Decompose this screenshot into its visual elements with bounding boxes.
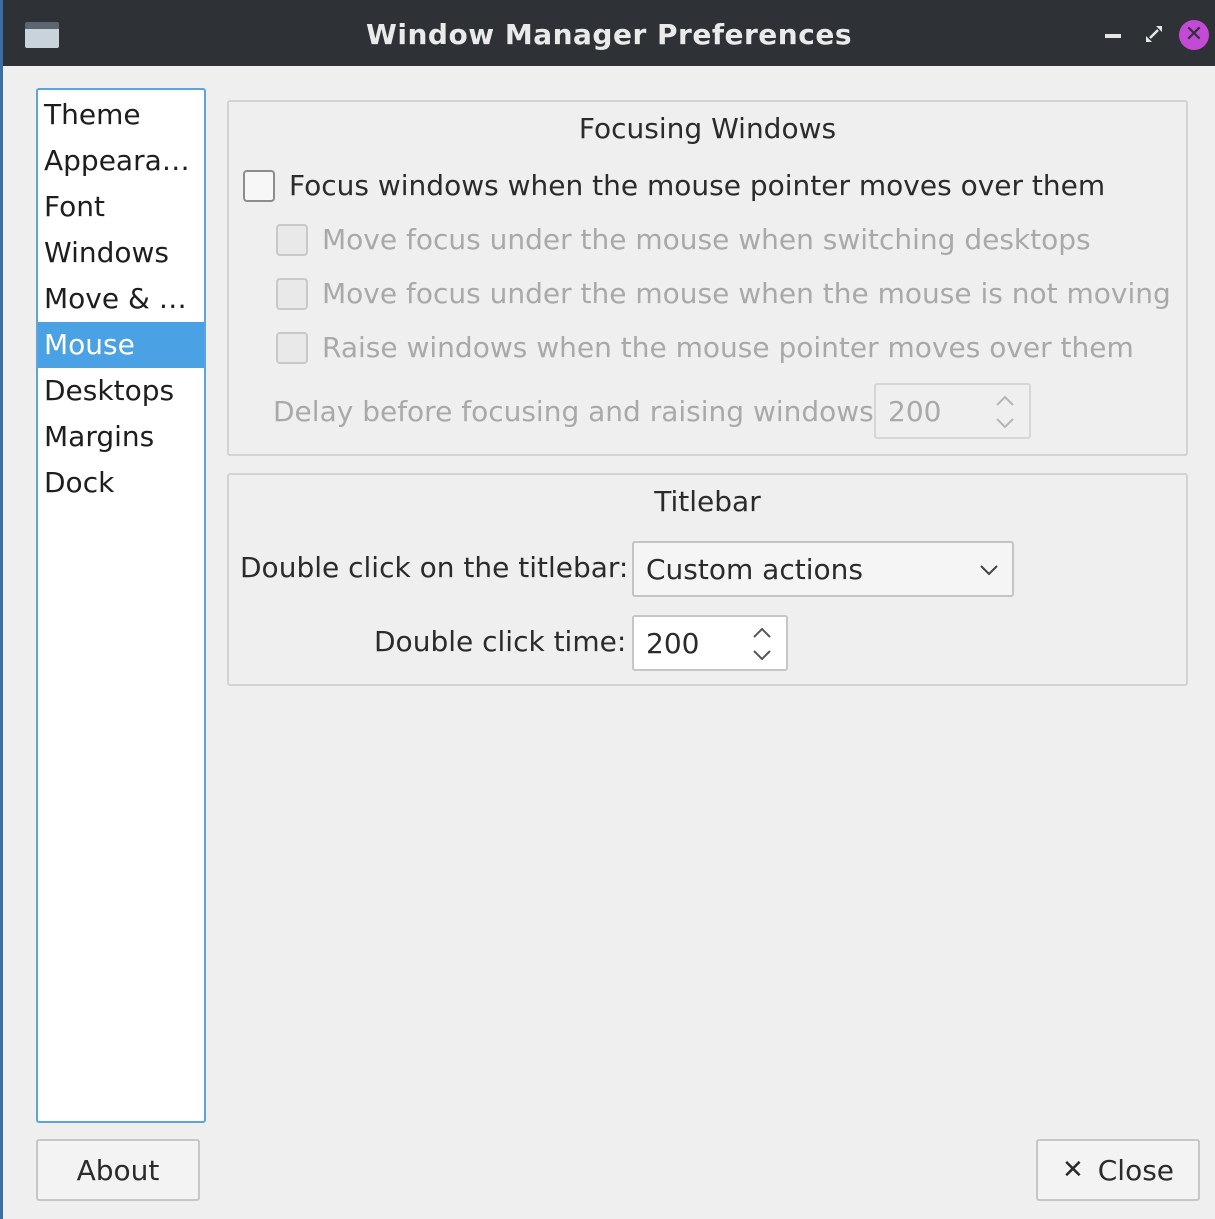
about-button[interactable]: About: [36, 1139, 200, 1201]
close-icon: ✕: [1061, 1155, 1084, 1185]
raise-on-hover-checkbox[interactable]: [276, 331, 308, 364]
spin-arrows-icon[interactable]: [993, 393, 1017, 431]
double-click-time-spinbox[interactable]: 200: [632, 615, 788, 671]
window-title: Window Manager Preferences: [366, 18, 852, 51]
focus-on-hover-checkbox[interactable]: [243, 169, 275, 202]
double-click-time-value: 200: [646, 627, 700, 660]
delay-value: 200: [888, 395, 942, 428]
move-focus-not-moving-option[interactable]: Move focus under the mouse when the mous…: [276, 277, 1171, 310]
raise-on-hover-label: Raise windows when the mouse pointer mov…: [322, 331, 1134, 364]
sidebar-item-theme[interactable]: Theme: [38, 92, 204, 138]
sidebar-item-margins[interactable]: Margins: [38, 414, 204, 460]
sidebar-item-mouse[interactable]: Mouse: [38, 322, 204, 368]
double-click-action-dropdown[interactable]: Custom actions: [632, 541, 1014, 597]
move-focus-switching-label: Move focus under the mouse when switchin…: [322, 223, 1091, 256]
sidebar-item-font[interactable]: Font: [38, 184, 204, 230]
titlebar[interactable]: Window Manager Preferences ✕: [3, 0, 1215, 66]
close-window-icon[interactable]: ✕: [1179, 20, 1209, 50]
focusing-windows-group: Focusing Windows Focus windows when the …: [227, 100, 1188, 456]
category-list[interactable]: Theme Appeara… Font Windows Move & … Mou…: [36, 88, 206, 1123]
delay-label: Delay before focusing and raising window…: [273, 395, 884, 428]
move-focus-not-moving-label: Move focus under the mouse when the mous…: [322, 277, 1171, 310]
delay-spinbox[interactable]: 200: [874, 383, 1031, 439]
titlebar-group: Titlebar Double click on the titlebar: C…: [227, 473, 1188, 686]
sidebar-item-appearance[interactable]: Appeara…: [38, 138, 204, 184]
focus-on-hover-label: Focus windows when the mouse pointer mov…: [289, 169, 1106, 202]
spin-arrows-icon[interactable]: [750, 625, 774, 663]
focus-on-hover-option[interactable]: Focus windows when the mouse pointer mov…: [243, 169, 1105, 202]
sidebar-item-move-resize[interactable]: Move & …: [38, 276, 204, 322]
titlebar-heading: Titlebar: [654, 485, 761, 518]
sidebar-item-desktops[interactable]: Desktops: [38, 368, 204, 414]
maximize-icon[interactable]: [1140, 20, 1168, 48]
close-button-label: Close: [1097, 1153, 1175, 1187]
raise-on-hover-option[interactable]: Raise windows when the mouse pointer mov…: [276, 331, 1134, 364]
double-click-time-label: Double click time:: [374, 625, 627, 658]
move-focus-switching-checkbox[interactable]: [276, 223, 308, 256]
double-click-action-label: Double click on the titlebar:: [240, 551, 629, 584]
double-click-action-value: Custom actions: [646, 553, 863, 586]
minimize-icon[interactable]: [1099, 20, 1127, 48]
sidebar-item-windows[interactable]: Windows: [38, 230, 204, 276]
chevron-down-icon: [980, 565, 998, 576]
focusing-windows-heading: Focusing Windows: [578, 112, 837, 145]
preferences-window: Window Manager Preferences ✕ Theme Appea…: [0, 0, 1215, 1219]
about-button-label: About: [76, 1153, 160, 1187]
close-button[interactable]: ✕ Close: [1036, 1139, 1200, 1201]
sidebar-item-dock[interactable]: Dock: [38, 460, 204, 506]
move-focus-switching-option[interactable]: Move focus under the mouse when switchin…: [276, 223, 1091, 256]
move-focus-not-moving-checkbox[interactable]: [276, 277, 308, 310]
